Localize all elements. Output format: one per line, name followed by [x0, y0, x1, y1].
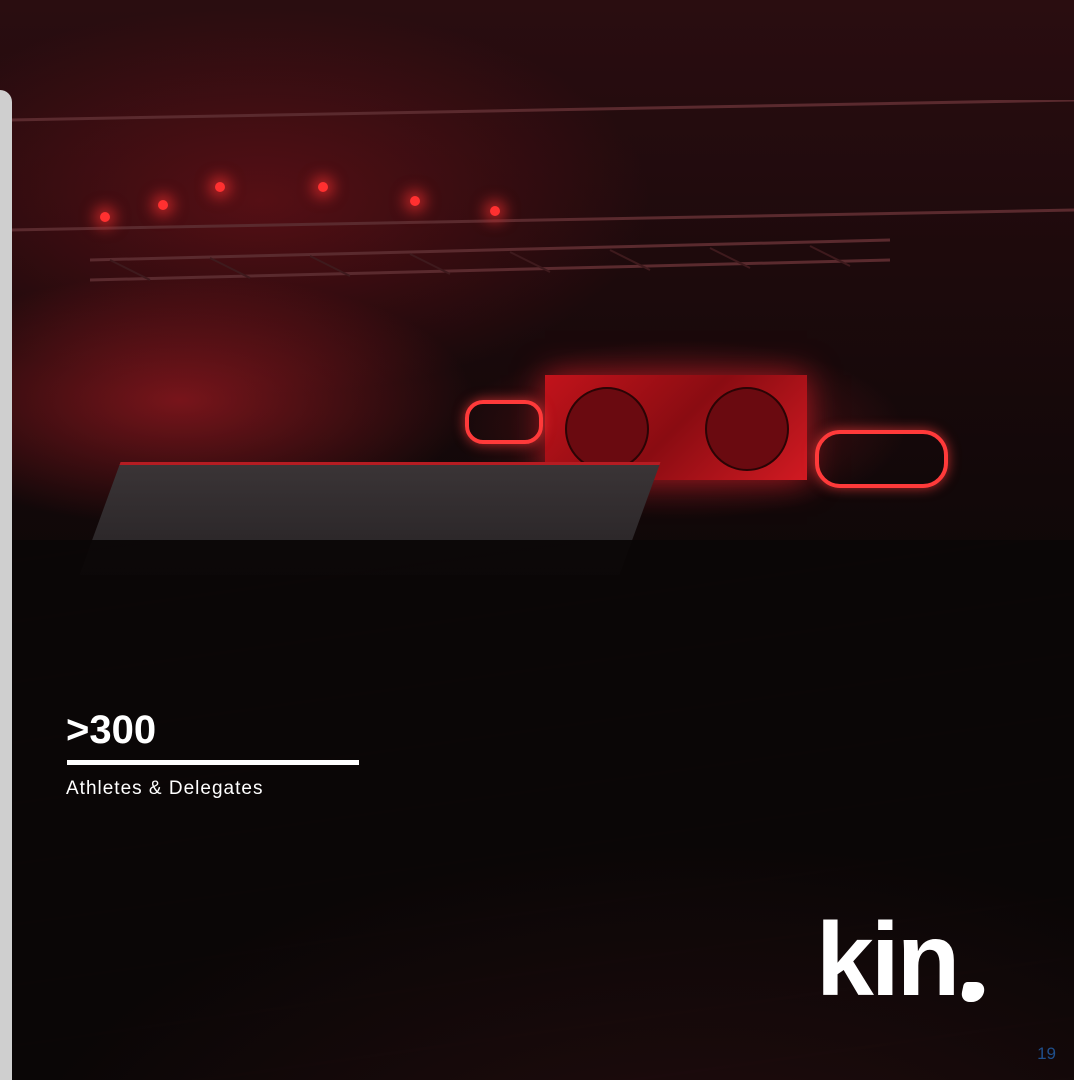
stage-light — [100, 212, 110, 222]
stage-light — [158, 200, 168, 210]
screen-emblem — [705, 387, 789, 471]
screen-emblem — [565, 387, 649, 471]
stage-light — [410, 196, 420, 206]
truss-graphic — [9, 98, 1074, 282]
slide: >300 Athletes & Delegates kin 19 — [0, 0, 1074, 1080]
stat-underline — [67, 760, 359, 765]
left-edge-bar — [0, 90, 12, 1080]
stage-light — [318, 182, 328, 192]
arena-lighting-truss — [9, 98, 1074, 300]
stat-label: Athletes & Delegates — [66, 778, 264, 799]
stat-value: >300 — [66, 708, 157, 752]
infinity-sign-icon — [815, 430, 948, 488]
infinity-sign-icon — [465, 400, 543, 444]
stage-light — [490, 206, 500, 216]
page-number: 19 — [1037, 1044, 1056, 1063]
stage-light — [215, 182, 225, 192]
kin-logo: kin — [816, 902, 960, 1018]
